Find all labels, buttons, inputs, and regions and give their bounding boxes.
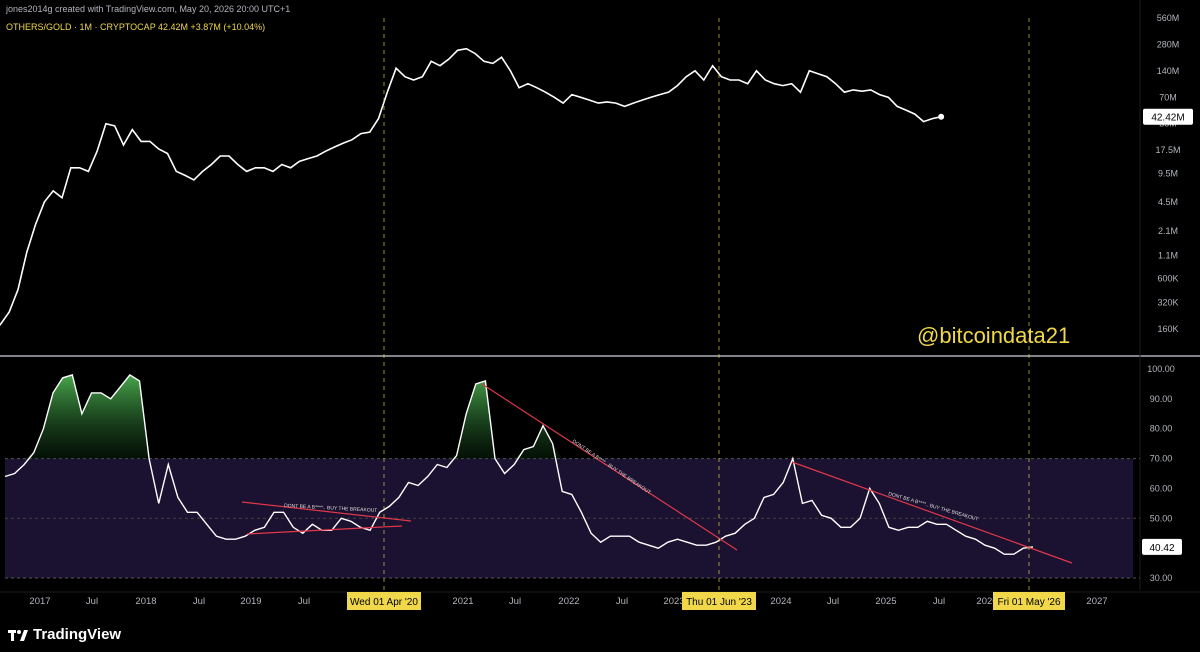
oscillator-tick-label: 30.00: [1150, 573, 1173, 583]
time-axis-label: 2017: [29, 596, 50, 607]
price-tick-label: 160K: [1157, 324, 1178, 334]
time-axis-label: Jul: [933, 596, 945, 607]
brand-name: TradingView: [33, 626, 122, 643]
date-marker-label: Wed 01 Apr '20: [350, 597, 418, 608]
date-marker-label: Fri 01 May '26: [997, 597, 1060, 608]
time-axis-label: 2019: [240, 596, 261, 607]
price-tick-label: 70M: [1159, 92, 1177, 102]
price-tick-label: 320K: [1157, 298, 1178, 308]
price-tick-label: 1.1M: [1158, 251, 1178, 261]
tradingview-icon: [8, 629, 28, 641]
oscillator-tick-label: 100.00: [1147, 364, 1175, 374]
tradingview-logo[interactable]: TradingView: [8, 626, 121, 643]
chart-canvas: 560M280M140M70M35M17.5M9.5M4.5M2.1M1.1M6…: [0, 0, 1200, 610]
oscillator-tick-label: 70.00: [1150, 454, 1173, 464]
oscillator-tick-label: 50.00: [1150, 513, 1173, 523]
price-tick-label: 2.1M: [1158, 226, 1178, 236]
price-tick-label: 280M: [1157, 39, 1180, 49]
time-axis-label: Jul: [86, 596, 98, 607]
time-axis-label: Jul: [827, 596, 839, 607]
oscillator-tick-label: 90.00: [1150, 394, 1173, 404]
last-price-point: [938, 113, 945, 120]
last-price-label: 42.42M: [1151, 113, 1184, 124]
price-series-line: [0, 47, 942, 327]
date-marker-label: Thu 01 Jun '23: [686, 597, 752, 608]
last-oscillator-label: 40.42: [1149, 543, 1174, 554]
time-axis-label: 2021: [452, 596, 473, 607]
price-tick-label: 140M: [1157, 66, 1180, 76]
price-tick-label: 4.5M: [1158, 197, 1178, 207]
watermark-handle: @bitcoindata21: [917, 323, 1070, 348]
time-axis-label: Jul: [509, 596, 521, 607]
time-axis-label: 2018: [135, 596, 156, 607]
overbought-fill: [5, 374, 1033, 459]
oscillator-tick-label: 80.00: [1150, 424, 1173, 434]
time-axis-label: 2022: [558, 596, 579, 607]
time-axis-label: Jul: [193, 596, 205, 607]
price-tick-label: 600K: [1157, 274, 1178, 284]
footer-bar: [0, 622, 1200, 652]
price-tick-label: 17.5M: [1155, 145, 1180, 155]
time-axis-label: 2023: [663, 596, 684, 607]
time-axis-label: Jul: [616, 596, 628, 607]
time-axis-label: 2025: [875, 596, 896, 607]
price-tick-label: 560M: [1157, 13, 1180, 23]
time-axis-label: 2027: [1086, 596, 1107, 607]
oscillator-tick-label: 60.00: [1150, 483, 1173, 493]
time-axis-label: 2024: [770, 596, 791, 607]
price-tick-label: 9.5M: [1158, 168, 1178, 178]
time-axis-label: Jul: [298, 596, 310, 607]
